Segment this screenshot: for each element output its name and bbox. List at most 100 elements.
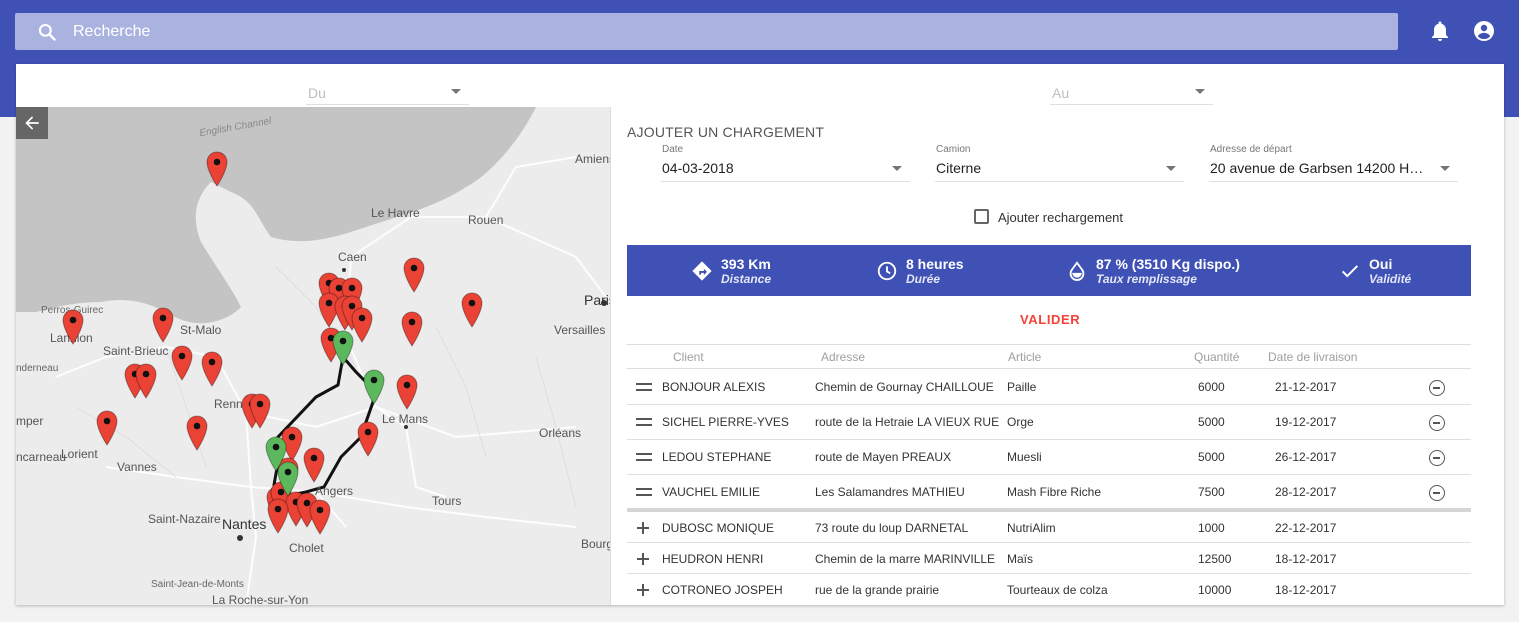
cell-article: Maïs <box>1007 552 1034 566</box>
date-to-select[interactable]: Au <box>1050 81 1213 105</box>
cell-date: 18-12-2017 <box>1275 583 1337 597</box>
cell-article: Paille <box>1007 380 1037 394</box>
table-row[interactable]: VAUCHEL EMILIE Les Salamandres MATHIEU Mas… <box>627 475 1471 510</box>
date-select[interactable]: Date 04-03-2018 <box>661 144 910 182</box>
cell-quantite: 10000 <box>1198 583 1232 597</box>
map-marker-red-icon[interactable] <box>186 415 208 451</box>
map-marker-red-icon[interactable] <box>357 421 379 457</box>
chevron-down-icon <box>451 89 461 94</box>
stat-value: 8 heures <box>906 256 964 272</box>
map-marker-red-icon[interactable] <box>267 498 289 534</box>
map-marker-red-icon[interactable] <box>396 374 418 410</box>
stat-label: Validité <box>1369 272 1412 286</box>
drag-handle-icon[interactable] <box>636 418 652 428</box>
drag-handle-icon[interactable] <box>636 488 652 498</box>
camion-select[interactable]: Camion Citerne <box>935 144 1184 182</box>
cell-adresse: route de la Hetraie LA VIEUX RUE <box>815 415 1000 429</box>
cell-client: HEUDRON HENRI <box>662 552 764 566</box>
drop-icon <box>1069 261 1085 281</box>
map-marker-red-icon[interactable] <box>135 363 157 399</box>
map-marker-red-icon[interactable] <box>351 307 373 343</box>
map-marker-green-icon[interactable] <box>277 461 299 497</box>
cell-client: COTRONEO JOSPEH <box>662 583 783 597</box>
recharge-checkbox[interactable] <box>974 209 989 224</box>
cell-date: 19-12-2017 <box>1275 415 1337 429</box>
map-marker-red-icon[interactable] <box>152 307 174 343</box>
table-row[interactable]: COTRONEO JOSPEH rue de la grande prairie T… <box>627 574 1471 605</box>
cell-article: NutriAlim <box>1007 521 1056 535</box>
drag-handle-icon[interactable] <box>636 383 652 393</box>
table-row[interactable]: LEDOU STEPHANE route de Mayen PREAUX Muesl… <box>627 440 1471 475</box>
valider-button[interactable]: VALIDER <box>1020 312 1080 327</box>
map-marker-red-icon[interactable] <box>96 410 118 446</box>
back-button[interactable] <box>16 107 48 139</box>
chevron-down-icon <box>1195 89 1205 94</box>
table-row[interactable]: BONJOUR ALEXIS Chemin de Gournay CHAILLOU… <box>627 370 1471 405</box>
map-marker-green-icon[interactable] <box>332 330 354 366</box>
map-marker-red-icon[interactable] <box>309 499 331 535</box>
map-label: Lorient <box>61 447 98 461</box>
panel-divider <box>610 107 611 605</box>
map-label: Cholet <box>289 541 324 555</box>
map-marker-red-icon[interactable] <box>403 257 425 293</box>
map-label: Amiens <box>575 152 611 166</box>
map-marker-red-icon[interactable] <box>171 345 193 381</box>
map-view[interactable]: English Channel Amiens Le Havre Rouen Ca… <box>16 107 611 605</box>
date-label: Date <box>662 144 684 155</box>
cell-adresse: route de Mayen PREAUX <box>815 450 952 464</box>
remove-circle-icon[interactable] <box>1429 485 1445 501</box>
date-from-select[interactable]: Du <box>306 81 469 105</box>
cell-client: DUBOSC MONIQUE <box>662 521 775 535</box>
map-label: Bourg <box>581 537 611 551</box>
map-marker-green-icon[interactable] <box>363 369 385 405</box>
chevron-down-icon <box>892 166 902 171</box>
map-label: Le Mans <box>382 412 429 426</box>
table-row[interactable]: SICHEL PIERRE-YVES route de la Hetraie LA… <box>627 405 1471 440</box>
table-row[interactable]: DUBOSC MONIQUE 73 route du loup DARNETAL N… <box>627 512 1471 543</box>
search-bar[interactable] <box>15 13 1398 50</box>
add-icon[interactable] <box>637 522 649 534</box>
remove-circle-icon[interactable] <box>1429 415 1445 431</box>
cell-quantite: 12500 <box>1198 552 1232 566</box>
map-marker-red-icon[interactable] <box>303 447 325 483</box>
cell-client: LEDOU STEPHANE <box>662 450 772 464</box>
cell-article: Muesli <box>1007 450 1042 464</box>
cell-date: 28-12-2017 <box>1275 485 1337 499</box>
map-marker-red-icon[interactable] <box>201 351 223 387</box>
camion-value: Citerne <box>936 160 982 176</box>
cell-adresse: Les Salamandres MATHIEU <box>815 485 965 499</box>
cell-date: 21-12-2017 <box>1275 380 1337 394</box>
map-marker-red-icon[interactable] <box>401 311 423 347</box>
cell-adresse: Chemin de Gournay CHAILLOUE <box>815 380 994 394</box>
check-icon <box>1341 265 1359 278</box>
add-icon[interactable] <box>637 584 649 596</box>
cell-article: Orge <box>1007 415 1034 429</box>
adresse-value: 20 avenue de Garbsen 14200 Hérouville-Sa… <box>1210 160 1430 176</box>
remove-circle-icon[interactable] <box>1429 450 1445 466</box>
map-marker-red-icon[interactable] <box>461 292 483 328</box>
cell-adresse: 73 route du loup DARNETAL <box>815 521 969 535</box>
map-marker-red-icon[interactable] <box>249 393 271 429</box>
table-header: Client Adresse Article Quantité Date de … <box>627 344 1471 369</box>
remove-circle-icon[interactable] <box>1429 380 1445 396</box>
date-value: 04-03-2018 <box>662 160 734 176</box>
map-label: Saint-Jean-de-Monts <box>151 579 244 590</box>
cell-date: 26-12-2017 <box>1275 450 1337 464</box>
add-icon[interactable] <box>637 553 649 565</box>
bell-icon[interactable] <box>1428 19 1452 43</box>
stat-label: Taux remplissage <box>1096 272 1197 286</box>
map-label: mper <box>16 414 44 428</box>
search-input[interactable] <box>73 13 1373 50</box>
map-label: Rouen <box>468 213 504 227</box>
cell-article: Tourteaux de colza <box>1007 583 1108 597</box>
table-row[interactable]: HEUDRON HENRI Chemin de la marre MARINVIL… <box>627 543 1471 574</box>
stat-value: 393 Km <box>721 256 771 272</box>
cell-date: 22-12-2017 <box>1275 521 1337 535</box>
cell-date: 18-12-2017 <box>1275 552 1337 566</box>
drag-handle-icon[interactable] <box>636 453 652 463</box>
map-marker-red-icon[interactable] <box>206 151 228 187</box>
map-marker-red-icon[interactable] <box>62 309 84 345</box>
account-circle-icon[interactable] <box>1472 19 1496 43</box>
adresse-depart-select[interactable]: Adresse de départ 20 avenue de Garbsen 1… <box>1209 144 1458 182</box>
header-adresse: Adresse <box>821 350 866 364</box>
